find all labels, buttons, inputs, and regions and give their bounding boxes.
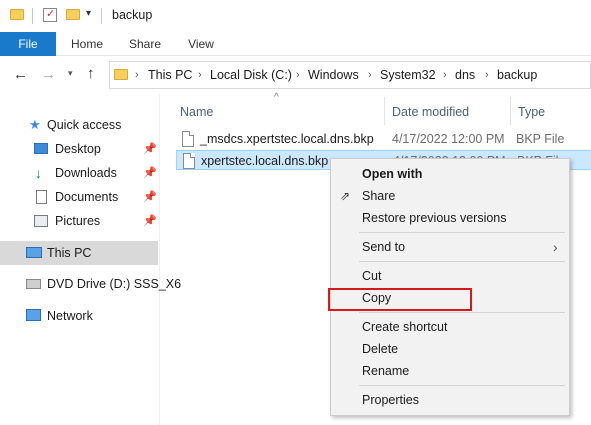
network-icon — [26, 309, 41, 321]
menu-restore-previous-versions[interactable]: Restore previous versions — [331, 207, 569, 229]
nav-network[interactable]: Network — [0, 304, 158, 328]
column-divider[interactable] — [384, 97, 385, 125]
file-icon — [182, 131, 194, 147]
share-icon: ⇗ — [340, 189, 351, 203]
navigation-pane: ★ Quick access Desktop 📌 ↓ Downloads 📌 D… — [0, 94, 181, 425]
copy-highlight-box — [328, 288, 472, 311]
menu-separator — [359, 312, 565, 313]
menu-send-to[interactable]: Send to › — [331, 236, 569, 258]
breadcrumb-local-disk[interactable]: Local Disk (C:) — [210, 62, 292, 88]
file-type: BKP File — [516, 132, 565, 146]
computer-icon — [26, 247, 42, 258]
new-folder-icon[interactable] — [66, 9, 80, 20]
pin-icon[interactable]: 📌 — [143, 209, 157, 233]
ribbon-tabs: File Home Share View — [0, 32, 591, 56]
menu-delete[interactable]: Delete — [331, 338, 569, 360]
breadcrumb-this-pc[interactable]: This PC — [148, 62, 192, 88]
breadcrumb-backup[interactable]: backup — [497, 62, 537, 88]
menu-properties[interactable]: Properties — [331, 389, 569, 411]
dvd-drive-icon — [26, 279, 41, 289]
address-bar[interactable]: › This PC › Local Disk (C:) › Windows › … — [109, 61, 591, 89]
toolbar-divider — [32, 8, 33, 24]
chevron-right-icon[interactable]: › — [296, 62, 300, 88]
nav-item-desktop[interactable]: Desktop 📌 — [0, 137, 158, 161]
back-arrow-icon[interactable]: ← — [13, 66, 28, 83]
chevron-right-icon: › — [553, 239, 558, 255]
nav-item-pictures[interactable]: Pictures 📌 — [0, 209, 158, 233]
nav-item-downloads[interactable]: ↓ Downloads 📌 — [0, 161, 158, 185]
chevron-right-icon[interactable]: › — [368, 62, 372, 88]
desktop-icon — [34, 143, 48, 154]
tab-file[interactable]: File — [0, 32, 56, 56]
up-arrow-icon[interactable]: ↑ — [87, 65, 95, 82]
nav-this-pc[interactable]: This PC — [0, 241, 158, 265]
sort-ascending-icon: ^ — [274, 92, 279, 103]
chevron-right-icon[interactable]: › — [443, 62, 447, 88]
context-menu: Open with ⇗ Share Restore previous versi… — [328, 158, 570, 416]
tab-home[interactable]: Home — [64, 32, 110, 56]
file-row[interactable]: _msdcs.xpertstec.local.dns.bkp 4/17/2022… — [176, 129, 591, 149]
column-header-date[interactable]: Date modified — [392, 102, 469, 122]
pin-icon[interactable]: 📌 — [143, 137, 157, 161]
star-icon: ★ — [29, 117, 41, 132]
folder-icon — [10, 9, 24, 20]
chevron-right-icon[interactable]: › — [135, 62, 139, 88]
nav-item-documents[interactable]: Documents 📌 — [0, 185, 158, 209]
menu-share[interactable]: ⇗ Share — [331, 185, 569, 207]
nav-dvd-drive[interactable]: DVD Drive (D:) SSS_X6 — [0, 272, 181, 296]
tab-view[interactable]: View — [178, 32, 224, 56]
title-bar: ✓ ▾ backup — [0, 0, 591, 32]
file-name: xpertstec.local.dns.bkp — [201, 154, 329, 168]
breadcrumb-dns[interactable]: dns — [455, 62, 475, 88]
address-folder-icon — [114, 69, 128, 80]
forward-arrow-icon[interactable]: → — [41, 66, 56, 83]
menu-open-with[interactable]: Open with — [331, 163, 569, 185]
menu-separator — [359, 385, 565, 386]
customize-toolbar-icon[interactable]: ▾ — [86, 8, 91, 19]
pin-icon[interactable]: 📌 — [143, 185, 157, 209]
file-date: 4/17/2022 12:00 PM — [392, 132, 505, 146]
window-title: backup — [112, 8, 153, 22]
documents-icon — [36, 190, 47, 204]
menu-rename[interactable]: Rename — [331, 360, 569, 382]
menu-separator — [359, 261, 565, 262]
download-arrow-icon: ↓ — [35, 165, 42, 181]
tab-share[interactable]: Share — [120, 32, 170, 56]
breadcrumb-system32[interactable]: System32 — [380, 62, 436, 88]
file-name: _msdcs.xpertstec.local.dns.bkp — [200, 132, 374, 146]
menu-separator — [359, 232, 565, 233]
column-header-type[interactable]: Type — [518, 102, 545, 122]
breadcrumb-windows[interactable]: Windows — [308, 62, 359, 88]
pin-icon[interactable]: 📌 — [143, 161, 157, 185]
pictures-icon — [34, 215, 48, 227]
file-icon — [183, 153, 195, 169]
nav-quick-access[interactable]: ★ Quick access — [0, 113, 158, 137]
menu-create-shortcut[interactable]: Create shortcut — [331, 316, 569, 338]
column-header-name[interactable]: Name — [180, 102, 213, 122]
column-divider[interactable] — [510, 97, 511, 125]
recent-locations-icon[interactable]: ▾ — [68, 68, 73, 79]
toolbar-divider-2 — [101, 8, 102, 24]
properties-checkbox-icon[interactable]: ✓ — [43, 8, 57, 22]
menu-cut[interactable]: Cut — [331, 265, 569, 287]
chevron-right-icon[interactable]: › — [485, 62, 489, 88]
chevron-right-icon[interactable]: › — [198, 62, 202, 88]
